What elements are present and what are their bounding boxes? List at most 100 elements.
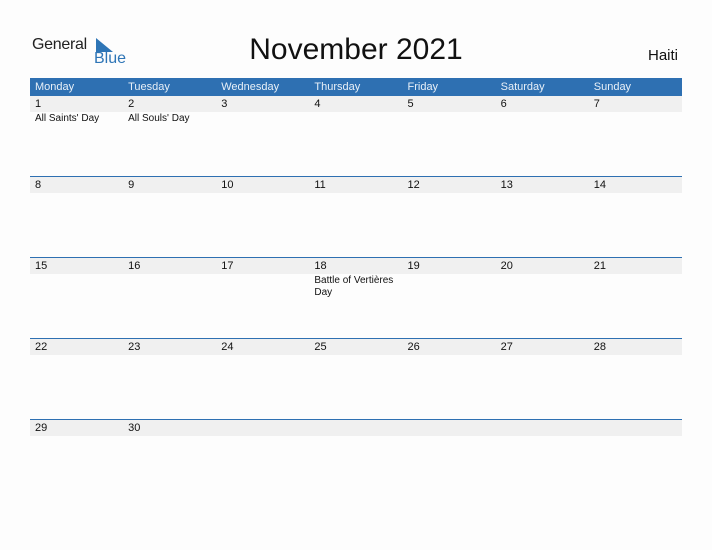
day-number xyxy=(221,420,309,436)
day-number: 18 xyxy=(314,260,327,272)
day-cell: 10 xyxy=(216,177,309,194)
day-number: 30 xyxy=(128,422,141,434)
day-number xyxy=(501,420,589,436)
week-row: 1 All Saints' Day 2 All Souls' Day 3 4 5 6 7 xyxy=(30,96,682,177)
day-number xyxy=(408,420,496,436)
holiday-label xyxy=(594,436,680,437)
day-cell: 25 xyxy=(309,339,402,356)
holiday-label xyxy=(594,112,680,113)
week-cells: 8 9 10 11 12 13 14 xyxy=(30,177,682,194)
day-cell: 14 xyxy=(589,177,682,194)
day-cell xyxy=(216,420,309,437)
holiday-label xyxy=(35,436,121,437)
holiday-label xyxy=(314,436,400,437)
day-cell: 24 xyxy=(216,339,309,356)
week-row: 29 30 xyxy=(30,419,682,501)
day-cell xyxy=(496,420,589,437)
day-cell: 21 xyxy=(589,258,682,299)
day-cell: 23 xyxy=(123,339,216,356)
weekday-saturday: Saturday xyxy=(500,81,545,93)
day-number: 1 xyxy=(35,98,42,110)
day-number: 15 xyxy=(35,260,48,272)
day-number: 19 xyxy=(407,260,420,272)
day-cell: 16 xyxy=(123,258,216,299)
weekday-friday: Friday xyxy=(407,81,439,93)
day-cell: 22 xyxy=(30,339,123,356)
holiday-label xyxy=(501,355,587,356)
day-cell: 9 xyxy=(123,177,216,194)
day-number: 4 xyxy=(314,98,321,110)
day-number: 13 xyxy=(500,179,513,191)
day-cell: 20 xyxy=(496,258,589,299)
holiday-label xyxy=(35,274,121,275)
holiday-label xyxy=(501,274,587,275)
day-number xyxy=(314,420,402,436)
holiday-label xyxy=(408,193,494,194)
holiday-label: All Saints' Day xyxy=(35,113,100,124)
day-number: 27 xyxy=(500,341,513,353)
day-number: 16 xyxy=(128,260,141,272)
weekday-thursday: Thursday xyxy=(314,81,361,93)
day-number: 6 xyxy=(500,98,507,110)
day-cell: 4 xyxy=(309,96,402,125)
day-number: 28 xyxy=(593,341,606,353)
holiday-label xyxy=(35,193,121,194)
day-cell: 17 xyxy=(216,258,309,299)
day-number: 9 xyxy=(128,179,135,191)
day-number: 29 xyxy=(35,422,48,434)
holiday-label xyxy=(314,112,400,113)
holiday-label xyxy=(408,274,494,275)
day-number: 12 xyxy=(407,179,420,191)
day-number xyxy=(594,420,682,436)
week-row: 22 23 24 25 26 27 28 xyxy=(30,338,682,420)
holiday-label xyxy=(314,193,400,194)
weekday-wednesday: Wednesday xyxy=(221,81,280,93)
weekday-monday: Monday xyxy=(35,81,75,93)
calendar-title: November 2021 xyxy=(249,33,463,66)
day-number: 10 xyxy=(221,179,234,191)
day-cell: 5 xyxy=(403,96,496,125)
day-cell: 3 xyxy=(216,96,309,125)
day-number: 14 xyxy=(593,179,606,191)
day-number: 11 xyxy=(314,179,326,191)
holiday-label xyxy=(408,112,494,113)
day-cell: 28 xyxy=(589,339,682,356)
week-row: 8 9 10 11 12 13 14 xyxy=(30,176,682,258)
holiday-label xyxy=(594,274,680,275)
day-number: 17 xyxy=(221,260,234,272)
day-cell xyxy=(589,420,682,437)
day-cell: 7 xyxy=(589,96,682,125)
holiday-label xyxy=(221,193,307,194)
weekday-header: Monday Tuesday Wednesday Thursday Friday… xyxy=(30,78,682,96)
day-cell: 30 xyxy=(123,420,216,437)
day-cell: 2 All Souls' Day xyxy=(123,96,216,125)
day-cell: 1 All Saints' Day xyxy=(30,96,123,125)
weekday-sunday: Sunday xyxy=(593,81,632,93)
day-number: 24 xyxy=(221,341,234,353)
holiday-label xyxy=(35,355,121,356)
day-number: 7 xyxy=(593,98,600,110)
holiday-label xyxy=(128,436,214,437)
holiday-label xyxy=(501,112,587,113)
day-cell: 18 Battle of Vertières Day xyxy=(309,258,402,299)
week-cells: 22 23 24 25 26 27 28 xyxy=(30,339,682,356)
holiday-label xyxy=(221,274,307,275)
day-cell xyxy=(403,420,496,437)
day-cell: 13 xyxy=(496,177,589,194)
week-cells: 1 All Saints' Day 2 All Souls' Day 3 4 5 6 7 xyxy=(30,96,682,125)
week-row: 15 16 17 18 Battle of Vertières Day 19 20 21 xyxy=(30,257,682,339)
weekday-tuesday: Tuesday xyxy=(128,81,170,93)
holiday-label xyxy=(221,436,307,437)
day-cell: 6 xyxy=(496,96,589,125)
day-number: 20 xyxy=(500,260,513,272)
day-number: 25 xyxy=(314,341,327,353)
day-number: 26 xyxy=(407,341,420,353)
day-number: 21 xyxy=(593,260,606,272)
holiday-label xyxy=(128,274,214,275)
holiday-label xyxy=(408,355,494,356)
day-cell: 11 xyxy=(309,177,402,194)
day-cell: 26 xyxy=(403,339,496,356)
holiday-label xyxy=(501,436,587,437)
day-number: 22 xyxy=(35,341,48,353)
holiday-label xyxy=(128,355,214,356)
